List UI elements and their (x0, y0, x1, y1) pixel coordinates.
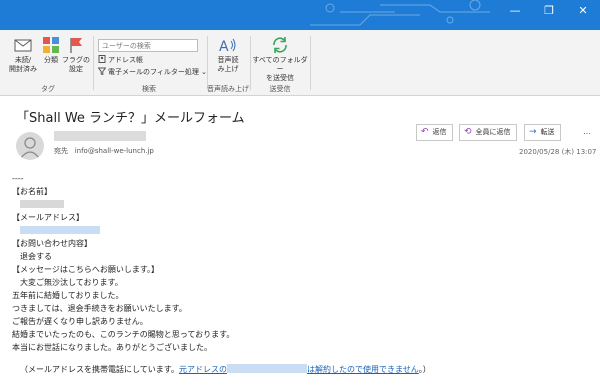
minimize-button[interactable]: — (498, 0, 532, 24)
message-label: 【メッセージはこちらへお願いします。】 (12, 265, 160, 274)
forward-button[interactable]: → 転送 (524, 124, 561, 141)
send-receive-label-line1: すべてのフォルダー (252, 56, 308, 73)
email-value (12, 224, 234, 237)
redacted-email (20, 226, 100, 234)
avatar (16, 132, 44, 160)
search-group-label: 検索 (142, 85, 156, 93)
close-button[interactable]: ✕ (566, 0, 600, 24)
more-actions-button[interactable]: … (580, 124, 594, 141)
reply-label: 返信 (432, 128, 447, 136)
message-subject: 「Shall We ランチ？」メールフォーム (16, 111, 245, 126)
minimize-icon: — (509, 4, 521, 17)
read-aloud-icon: A (219, 38, 236, 54)
filter-icon (98, 67, 106, 75)
read-aloud-button[interactable]: A 音声読 み上げ (211, 36, 245, 74)
send-receive-all-button[interactable]: すべてのフォルダー を送受信 (252, 36, 308, 83)
unread-label-line1: 未読/ (14, 56, 32, 64)
flag-label-line1: フラグの (62, 56, 90, 64)
close-icon: ✕ (578, 4, 588, 17)
categorize-button[interactable]: 分類 (40, 36, 62, 65)
ribbon-separator (93, 36, 94, 90)
footer-link[interactable]: 元アドレスの は解約したので使用できません (178, 364, 419, 374)
message-line: 五年前に結婚しておりました。 (12, 291, 124, 300)
name-value (12, 198, 234, 211)
speech-group-label: 音声読み上げ (207, 85, 249, 93)
address-book-icon (98, 55, 106, 63)
redacted-old-address (226, 364, 307, 373)
separator-text: ---- (12, 174, 24, 183)
forward-icon: → (529, 127, 537, 137)
recipient-row: 宛先 info@shall-we-lunch.jp (54, 146, 154, 156)
forward-label: 転送 (540, 128, 555, 136)
footer-link-start: 元アドレスの (178, 365, 227, 374)
unread-label-line2: 開封済み (9, 65, 37, 73)
search-people-input[interactable]: ユーザーの検索 (98, 39, 198, 52)
message-line: 本当にお世話になりました。ありがとうございました。 (12, 343, 212, 352)
message-timestamp: 2020/05/28 (木) 13:07 (519, 148, 597, 156)
email-label: 【メールアドレス】 (12, 213, 84, 222)
chevron-down-icon: ⌄ (198, 68, 207, 76)
maximize-icon: ❐ (544, 4, 554, 17)
message-line: 大変ご無沙汰しております。 (20, 278, 123, 287)
category-squares-icon (43, 37, 59, 53)
unread-read-button[interactable]: 未読/ 開封済み (6, 36, 40, 74)
ribbon-separator (207, 36, 208, 90)
reply-icon: ↶ (421, 127, 429, 137)
footer-prefix: （メールアドレスを携帯電話にしています。 (20, 365, 179, 374)
send-receive-group-label: 送受信 (269, 85, 291, 93)
follow-up-button[interactable]: フラグの 設定 (62, 36, 90, 74)
filter-email-button[interactable]: 電子メールのフィルター処理 ⌄ (98, 67, 207, 77)
footer-suffix: 。） (418, 365, 431, 374)
person-icon (20, 137, 40, 159)
sender-name-redacted[interactable] (54, 131, 146, 141)
ribbon-separator (310, 36, 311, 90)
title-bar: — ❐ ✕ (0, 0, 600, 30)
footer-link-end: は解約したので使用できません (306, 365, 419, 374)
envelope-icon (14, 39, 32, 52)
recipient-address[interactable]: info@shall-we-lunch.jp (75, 147, 154, 155)
message-line: 結婚までいたったのも、このランチの賜物と思っております。 (12, 330, 235, 339)
name-label: 【お名前】 (12, 187, 52, 196)
message-body: ---- 【お名前】 【メールアドレス】 【お問い合わせ内容】 退会する 【メッ… (12, 172, 234, 354)
ribbon: 未読/ 開封済み 分類 フラグの 設定 タグ ユーザーの検索 アドレス帳 電子メ… (0, 30, 600, 96)
sync-icon (273, 37, 287, 53)
message-line: つきましては、退会手続きをお願いいたします。 (12, 304, 187, 313)
message-line: ご報告が遅くなり申し訳ありません。 (12, 317, 148, 326)
flag-icon (70, 38, 82, 53)
send-receive-label-line2: を送受信 (266, 74, 294, 82)
read-aloud-label-line1: 音声読 (217, 56, 239, 64)
flag-label-line2: 設定 (69, 65, 83, 73)
ribbon-separator (250, 36, 251, 90)
footer-note: （メールアドレスを携帯電話にしています。元アドレスの は解約したので使用できません… (20, 364, 431, 375)
filter-email-label: 電子メールのフィルター処理 (108, 68, 199, 76)
inquiry-value: 退会する (20, 252, 52, 261)
inquiry-label: 【お問い合わせ内容】 (12, 239, 92, 248)
address-book-label: アドレス帳 (108, 56, 143, 64)
read-aloud-label-line2: み上げ (217, 65, 239, 73)
svg-text:A: A (219, 39, 229, 54)
reply-button[interactable]: ↶ 返信 (416, 124, 453, 141)
categorize-label: 分類 (44, 56, 58, 64)
address-book-button[interactable]: アドレス帳 (98, 55, 143, 65)
redacted-name (20, 200, 64, 208)
tag-group-label: タグ (41, 85, 55, 93)
title-bar-pattern (310, 0, 490, 26)
reply-all-label: 全員に返信 (475, 128, 511, 136)
maximize-button[interactable]: ❐ (532, 0, 566, 24)
to-label: 宛先 (54, 147, 68, 155)
reply-all-button[interactable]: ⟲ 全員に返信 (459, 124, 517, 141)
reply-all-icon: ⟲ (464, 127, 472, 137)
